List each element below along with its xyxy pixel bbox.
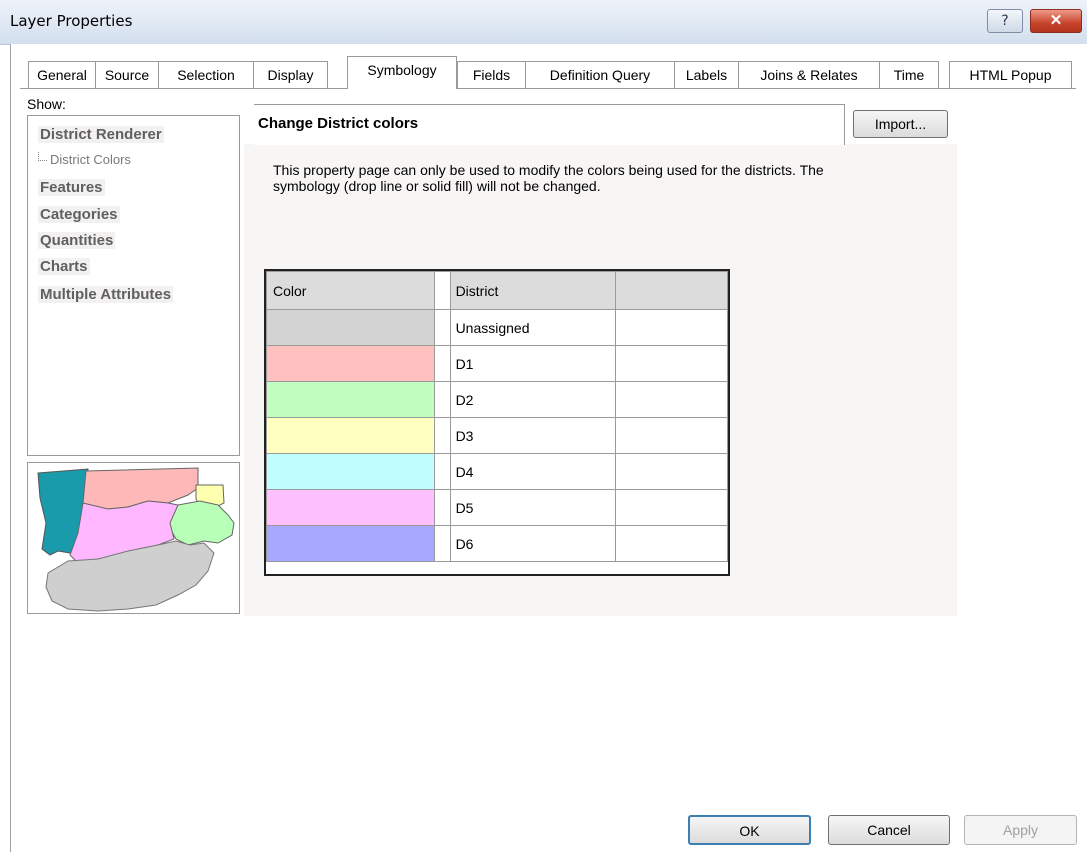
tab-general[interactable]: General (28, 61, 96, 88)
table-row: D2 (266, 381, 728, 418)
tab-definition-query[interactable]: Definition Query (525, 61, 675, 88)
table-cell (433, 417, 451, 454)
tree-item-features[interactable]: Features (38, 179, 105, 196)
tree-item-district-colors-label: District Colors (50, 152, 131, 167)
table-row: D4 (266, 453, 728, 490)
renderer-tree: District Renderer District Colors Featur… (27, 115, 240, 456)
column-header-district: District (449, 271, 617, 310)
tab-display[interactable]: Display (253, 61, 328, 88)
tree-branch-icon (38, 152, 47, 161)
column-header-gap (433, 271, 451, 310)
color-swatch[interactable] (266, 453, 435, 490)
color-swatch[interactable] (266, 345, 435, 382)
table-cell (615, 453, 728, 490)
tree-item-multiple-attributes[interactable]: Multiple Attributes (38, 286, 174, 303)
table-cell (615, 489, 728, 526)
tab-symbology[interactable]: Symbology (347, 56, 457, 89)
district-name: D6 (449, 525, 617, 562)
tab-source[interactable]: Source (95, 61, 159, 88)
tree-item-district-colors[interactable]: District Colors (38, 152, 131, 167)
close-button[interactable]: ✕ (1030, 9, 1082, 33)
tab-joins-relates[interactable]: Joins & Relates (738, 61, 880, 88)
tab-labels[interactable]: Labels (674, 61, 739, 88)
table-cell (615, 381, 728, 418)
table-row: D5 (266, 489, 728, 526)
help-icon: ? (1001, 13, 1009, 29)
district-name: D3 (449, 417, 617, 454)
page-title: Change District colors (258, 115, 419, 132)
tree-item-categories[interactable]: Categories (38, 206, 120, 223)
color-swatch[interactable] (266, 309, 435, 346)
tree-item-district-renderer[interactable]: District Renderer (38, 126, 164, 143)
table-cell (433, 525, 451, 562)
column-header-extra (615, 271, 728, 310)
table-cell (433, 381, 451, 418)
apply-button[interactable]: Apply (964, 815, 1077, 845)
district-name: D1 (449, 345, 617, 382)
table-cell (615, 525, 728, 562)
district-name: D2 (449, 381, 617, 418)
table-cell (433, 309, 451, 346)
tree-item-charts[interactable]: Charts (38, 258, 90, 275)
table-cell (615, 309, 728, 346)
table-cell (433, 345, 451, 382)
tab-selection[interactable]: Selection (158, 61, 254, 88)
district-name: Unassigned (449, 309, 617, 346)
district-map-icon (37, 467, 235, 612)
close-icon: ✕ (1049, 12, 1063, 29)
color-swatch[interactable] (266, 417, 435, 454)
table-row: D1 (266, 345, 728, 382)
district-color-table: Color District Unassigned D1 D2 D3 D4 D5… (264, 269, 730, 576)
import-button[interactable]: Import... (853, 110, 948, 138)
cancel-button[interactable]: Cancel (828, 815, 950, 845)
window-title: Layer Properties (10, 12, 133, 30)
tab-html-popup[interactable]: HTML Popup (949, 61, 1072, 88)
help-button[interactable]: ? (987, 9, 1023, 33)
color-swatch[interactable] (266, 489, 435, 526)
district-name: D4 (449, 453, 617, 490)
show-label: Show: (27, 96, 66, 112)
table-cell (433, 453, 451, 490)
table-header-row: Color District (266, 271, 728, 310)
description-text: This property page can only be used to m… (273, 162, 824, 194)
ok-button[interactable]: OK (688, 815, 811, 845)
district-map-preview (27, 462, 240, 614)
table-cell (433, 489, 451, 526)
table-row: D6 (266, 525, 728, 562)
table-cell (615, 417, 728, 454)
color-swatch[interactable] (266, 525, 435, 562)
district-name: D5 (449, 489, 617, 526)
tab-divider (20, 88, 1076, 89)
column-header-color: Color (266, 271, 435, 310)
title-bar: Layer Properties ? ✕ (0, 0, 1087, 45)
table-row: D3 (266, 417, 728, 454)
table-cell (615, 345, 728, 382)
color-swatch[interactable] (266, 381, 435, 418)
table-row: Unassigned (266, 309, 728, 346)
tree-item-quantities[interactable]: Quantities (38, 232, 116, 249)
tab-time[interactable]: Time (879, 61, 939, 88)
tab-fields[interactable]: Fields (457, 61, 526, 88)
